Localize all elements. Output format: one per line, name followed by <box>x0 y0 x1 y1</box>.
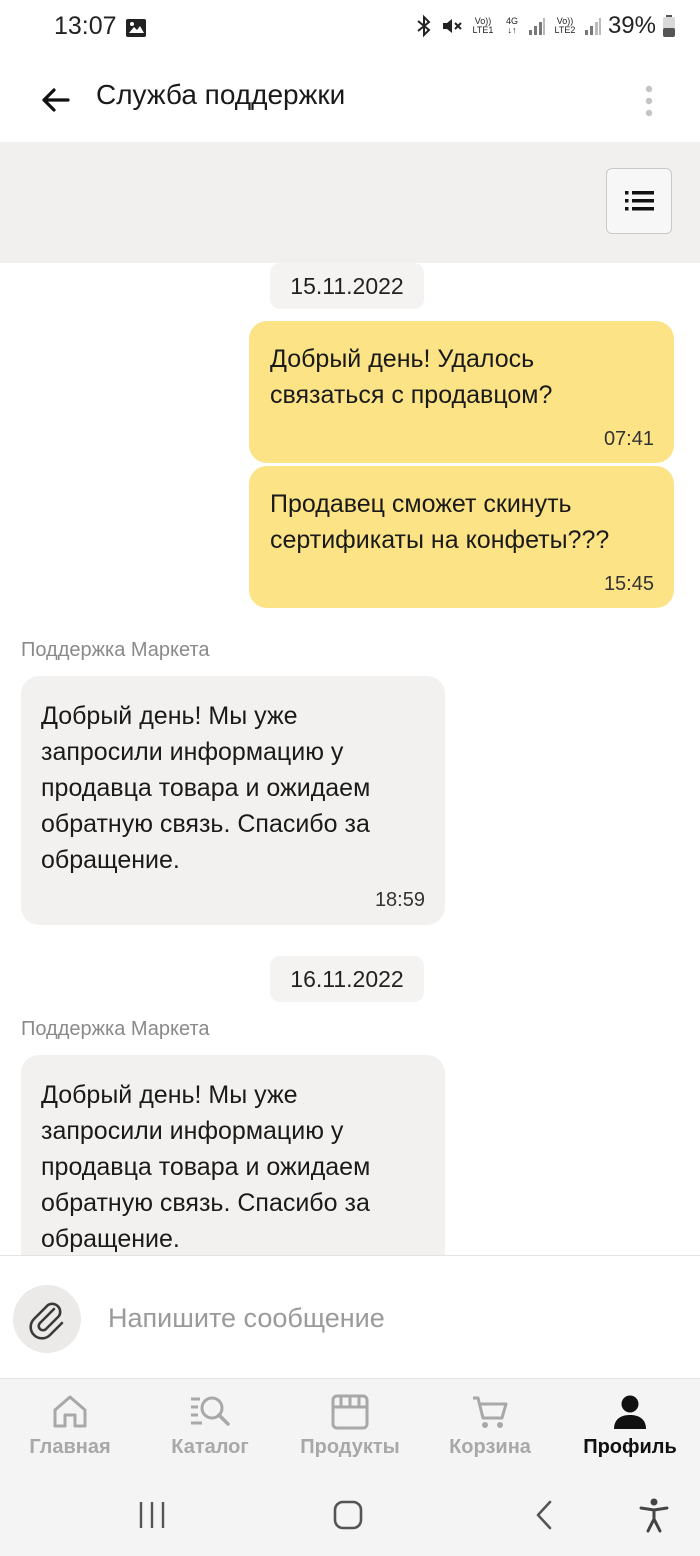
status-bar: 13:07 Vo)) LTE1 4G ↓↑ Vo)) LTE2 39% <box>0 0 700 60</box>
status-time: 13:07 <box>54 12 117 40</box>
signal-icon <box>528 18 545 35</box>
message-time: 15:45 <box>603 573 654 595</box>
bottom-navigation: Главная Каталог Продукты Корзина Профиль <box>0 1378 700 1474</box>
nav-products-label: Продукты <box>300 1436 400 1458</box>
sender-name: Поддержка Маркета <box>21 639 210 661</box>
mute-icon <box>442 19 462 33</box>
more-vertical-icon[interactable] <box>636 78 662 124</box>
message-composer <box>0 1255 700 1379</box>
message-time: 18:59 <box>374 889 425 911</box>
signal-icon <box>584 18 601 35</box>
image-icon <box>126 19 146 37</box>
lte1-indicator: Vo)) LTE1 <box>472 16 494 35</box>
nav-profile[interactable]: Профиль <box>560 1379 700 1474</box>
message-text: Добрый день! Мы уже запросили информацию… <box>41 702 371 874</box>
message-text: Добрый день! Мы уже запросили информацию… <box>41 1081 371 1253</box>
profile-icon <box>614 1395 646 1429</box>
nav-home-label: Главная <box>29 1436 111 1458</box>
date-separator: 16.11.2022 <box>270 956 424 1002</box>
message-input[interactable] <box>108 1296 668 1340</box>
system-navigation <box>0 1473 700 1556</box>
home-icon <box>53 1395 87 1428</box>
message-incoming[interactable]: Добрый день! Мы уже запросили информацию… <box>21 1055 445 1255</box>
chat-messages[interactable]: 15.11.2022 Добрый день! Удалось связатьс… <box>0 263 700 1255</box>
catalog-search-icon <box>191 1396 230 1426</box>
message-time: 07:41 <box>603 428 654 450</box>
message-incoming[interactable]: Добрый день! Мы уже запросили информацию… <box>21 676 445 925</box>
back-button-icon[interactable] <box>528 1499 560 1531</box>
nav-cart-label: Корзина <box>449 1436 531 1458</box>
attach-button[interactable] <box>13 1285 81 1353</box>
nav-catalog[interactable]: Каталог <box>140 1379 280 1474</box>
page-title: Служба поддержки <box>96 79 346 110</box>
app-header: Служба поддержки <box>0 60 700 143</box>
recent-apps-icon[interactable] <box>136 1499 168 1531</box>
message-text: Продавец сможет скинуть сертификаты на к… <box>270 490 610 554</box>
store-icon <box>331 1394 369 1430</box>
cart-icon <box>473 1396 508 1428</box>
4g-indicator: 4G ↓↑ <box>505 16 518 35</box>
bluetooth-icon <box>417 14 431 38</box>
list-icon <box>625 191 654 211</box>
menu-list-button[interactable] <box>606 168 672 234</box>
nav-home[interactable]: Главная <box>0 1379 140 1474</box>
accessibility-icon[interactable] <box>637 1497 671 1533</box>
sender-name: Поддержка Маркета <box>21 1018 210 1040</box>
chat-toolbar <box>0 142 700 263</box>
paperclip-icon <box>29 1302 64 1340</box>
message-text: Добрый день! Удалось связаться с продавц… <box>270 345 553 409</box>
home-button-icon[interactable] <box>331 1499 365 1531</box>
nav-profile-label: Профиль <box>583 1436 677 1458</box>
message-outgoing[interactable]: Продавец сможет скинуть сертификаты на к… <box>249 466 674 608</box>
battery-percent: 39% <box>607 12 656 39</box>
date-separator: 15.11.2022 <box>270 263 424 309</box>
back-arrow-icon[interactable] <box>34 78 78 122</box>
nav-catalog-label: Каталог <box>171 1436 249 1458</box>
nav-products[interactable]: Продукты <box>280 1379 420 1474</box>
nav-cart[interactable]: Корзина <box>420 1379 560 1474</box>
lte2-indicator: Vo)) LTE2 <box>554 16 576 35</box>
message-outgoing[interactable]: Добрый день! Удалось связаться с продавц… <box>249 321 674 463</box>
status-icons: Vo)) LTE1 4G ↓↑ Vo)) LTE2 39% <box>414 12 676 40</box>
battery-icon <box>663 15 675 37</box>
